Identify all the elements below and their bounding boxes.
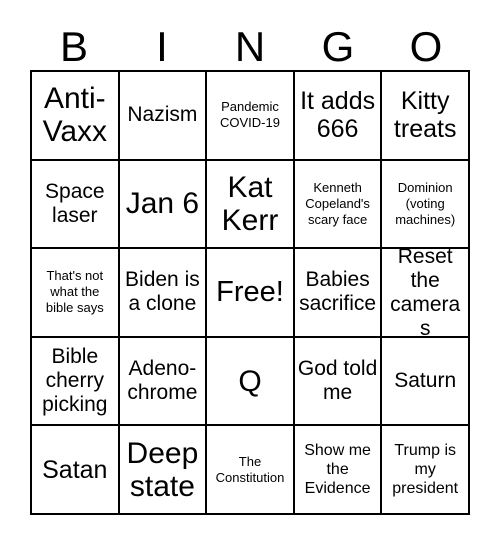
bingo-cell-o5[interactable]: Trump is my president	[382, 426, 470, 515]
bingo-cell-label: Adeno-chrome	[127, 357, 198, 405]
bingo-cell-n5[interactable]: The Constitution	[207, 426, 295, 515]
bingo-cell-label: Nazism	[127, 103, 198, 127]
bingo-cell-label: It adds 666	[300, 87, 376, 144]
bingo-cell-label: Space laser	[45, 179, 105, 227]
bingo-cell-g1[interactable]: It adds 666	[294, 72, 383, 161]
bingo-cell-g4[interactable]: God told me	[294, 337, 383, 427]
bingo-cell-o1[interactable]: Kitty treats	[382, 72, 470, 161]
bingo-cell-free-space[interactable]: Free!	[207, 249, 295, 338]
bingo-header-letter-b: B	[59, 23, 88, 70]
bingo-cell-label: Deep state	[126, 436, 199, 503]
bingo-cell-g2[interactable]: Kenneth Copeland's scary face	[294, 160, 383, 250]
bingo-cell-label: Show me the Evidence	[304, 442, 371, 498]
bingo-cell-label: Saturn	[394, 369, 457, 393]
bingo-cell-o3[interactable]: Reset the cameras	[382, 249, 470, 338]
bingo-cell-n2[interactable]: Kat Kerr	[207, 160, 295, 250]
bingo-cell-label: Jan 6	[125, 187, 200, 221]
bingo-cell-o4[interactable]: Saturn	[382, 337, 470, 427]
bingo-header-letter-o: O	[409, 23, 443, 70]
bingo-cell-i3[interactable]: Biden is a clone	[119, 249, 208, 338]
bingo-cell-g3[interactable]: Babies sacrifice	[294, 249, 383, 338]
bingo-cell-label: Trump is my president	[392, 442, 459, 498]
bingo-cell-label: Kat Kerr	[221, 170, 279, 237]
bingo-card: B I N G O Anti-Vaxx Nazism Pandemic COVI…	[0, 0, 500, 544]
bingo-cell-label: Kitty treats	[393, 87, 457, 144]
bingo-header: B I N G O	[30, 14, 470, 70]
bingo-cell-g5[interactable]: Show me the Evidence	[294, 426, 383, 515]
bingo-cell-i2[interactable]: Jan 6	[119, 160, 208, 250]
bingo-cell-label: Kenneth Copeland's scary face	[305, 179, 370, 227]
bingo-cell-b3[interactable]: That's not what the bible says	[32, 249, 120, 338]
bingo-cell-b5[interactable]: Satan	[32, 426, 120, 515]
bingo-cell-label: Pandemic COVID-19	[220, 99, 280, 131]
bingo-cell-label: Free!	[216, 276, 284, 309]
bingo-cell-b2[interactable]: Space laser	[32, 160, 120, 250]
bingo-header-letter-i: I	[156, 23, 168, 70]
bingo-cell-label: Biden is a clone	[125, 268, 200, 316]
bingo-cell-o2[interactable]: Dominion (voting machines)	[382, 160, 470, 250]
bingo-header-letter-n: N	[234, 23, 266, 70]
bingo-cell-i1[interactable]: Nazism	[119, 72, 208, 161]
bingo-cell-n1[interactable]: Pandemic COVID-19	[207, 72, 295, 161]
bingo-cell-label: That's not what the bible says	[45, 268, 104, 316]
bingo-cell-b4[interactable]: Bible cherry picking	[32, 337, 120, 427]
bingo-cell-b1[interactable]: Anti-Vaxx	[32, 72, 120, 161]
bingo-cell-label: Anti-Vaxx	[42, 82, 108, 149]
bingo-cell-i4[interactable]: Adeno-chrome	[119, 337, 208, 427]
bingo-cell-label: God told me	[297, 357, 378, 405]
bingo-cell-label: Babies sacrifice	[299, 268, 377, 316]
bingo-cell-label: Bible cherry picking	[42, 345, 108, 417]
bingo-header-letter-g: G	[321, 23, 355, 70]
bingo-cell-label: Reset the cameras	[390, 249, 461, 338]
bingo-cell-n4[interactable]: Q	[207, 337, 295, 427]
bingo-cell-label: Satan	[42, 455, 108, 484]
bingo-cell-label: The Constitution	[215, 453, 285, 485]
bingo-cell-label: Dominion (voting machines)	[395, 179, 456, 227]
bingo-cell-i5[interactable]: Deep state	[119, 426, 208, 515]
bingo-grid: Anti-Vaxx Nazism Pandemic COVID-19 It ad…	[30, 70, 470, 515]
bingo-cell-label: Q	[238, 364, 262, 398]
